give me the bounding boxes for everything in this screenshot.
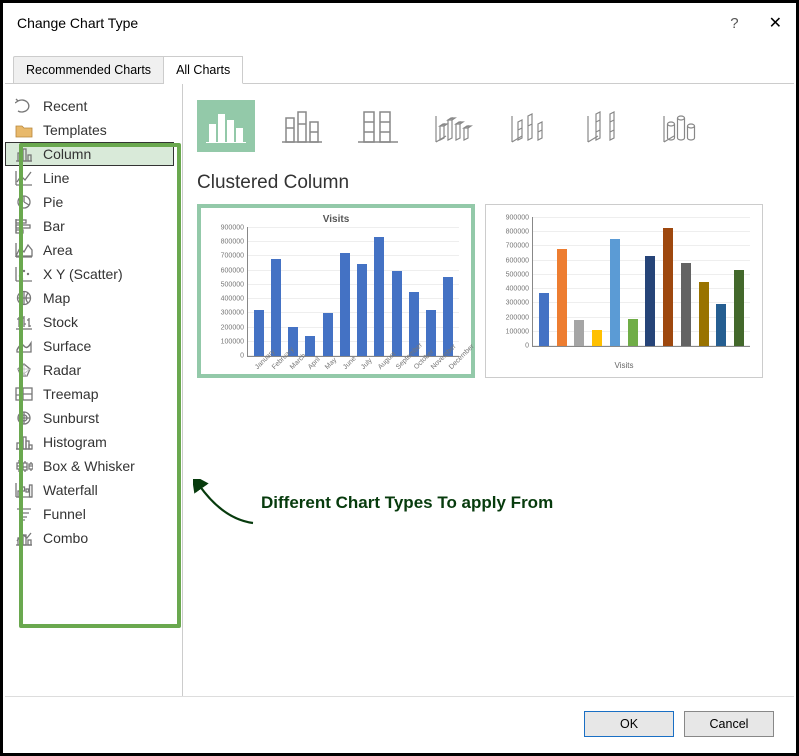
subtype-option-1[interactable] (273, 100, 331, 152)
radar-icon (15, 362, 33, 378)
cancel-button[interactable]: Cancel (684, 711, 774, 737)
sidebar-item-label: Templates (43, 122, 107, 138)
close-button[interactable]: ✕ (769, 13, 782, 33)
sidebar-item-combo[interactable]: Combo (5, 526, 182, 550)
preview-title: Clustered Column (197, 172, 780, 194)
sidebar-item-label: Treemap (43, 386, 99, 402)
main-panel: Clustered Column Visits90000080000070000… (183, 84, 794, 696)
sidebar-item-pie[interactable]: Pie (5, 190, 182, 214)
sidebar-item-templates[interactable]: Templates (5, 118, 182, 142)
sidebar-item-label: Funnel (43, 506, 86, 522)
column-icon (15, 146, 33, 162)
sidebar-item-label: Sunburst (43, 410, 99, 426)
area-icon (15, 242, 33, 258)
chart-preview-1[interactable]: 9000008000007000006000005000004000003000… (485, 204, 763, 378)
treemap-icon (15, 386, 33, 402)
annotation-callout: Different Chart Types To apply From (193, 479, 553, 527)
sidebar-item-label: Surface (43, 338, 91, 354)
surface-icon (15, 338, 33, 354)
sidebar-item-label: Area (43, 242, 73, 258)
sidebar-item-label: Waterfall (43, 482, 98, 498)
dialog-title: Change Chart Type (17, 15, 138, 31)
map-icon (15, 290, 33, 306)
sidebar-item-area[interactable]: Area (5, 238, 182, 262)
sidebar-item-treemap[interactable]: Treemap (5, 382, 182, 406)
combo-icon (15, 530, 33, 546)
sunburst-icon (15, 410, 33, 426)
sidebar-item-stock[interactable]: Stock (5, 310, 182, 334)
sidebar-item-label: Radar (43, 362, 81, 378)
templates-icon (15, 122, 33, 138)
pie-icon (15, 194, 33, 210)
arrow-icon (193, 479, 257, 527)
sidebar-item-funnel[interactable]: Funnel (5, 502, 182, 526)
subtype-option-6[interactable] (653, 100, 711, 152)
sidebar-item-bar[interactable]: Bar (5, 214, 182, 238)
sidebar-item-column[interactable]: Column (5, 142, 174, 166)
subtype-option-4[interactable] (501, 100, 559, 152)
sidebar-item-label: Pie (43, 194, 63, 210)
sidebar-item-line[interactable]: Line (5, 166, 182, 190)
funnel-icon (15, 506, 33, 522)
sidebar-item-label: Stock (43, 314, 78, 330)
sidebar-item-label: Box & Whisker (43, 458, 135, 474)
line-icon (15, 170, 33, 186)
subtype-option-0[interactable] (197, 100, 255, 152)
tab-all-charts[interactable]: All Charts (164, 56, 243, 84)
chart-preview-0[interactable]: Visits9000008000007000006000005000004000… (197, 204, 475, 378)
sidebar-item-histogram[interactable]: Histogram (5, 430, 182, 454)
titlebar: Change Chart Type ? ✕ (5, 5, 794, 41)
sidebar-item-scatter[interactable]: X Y (Scatter) (5, 262, 182, 286)
annotation-text: Different Chart Types To apply From (261, 493, 553, 513)
dialog-footer: OK Cancel (5, 696, 794, 751)
histogram-icon (15, 434, 33, 450)
recent-icon (15, 98, 33, 114)
sidebar-item-waterfall[interactable]: Waterfall (5, 478, 182, 502)
help-button[interactable]: ? (730, 15, 738, 32)
sidebar-item-label: Histogram (43, 434, 107, 450)
change-chart-type-dialog: Change Chart Type ? ✕ Recommended Charts… (5, 5, 794, 751)
sidebar-item-label: Bar (43, 218, 65, 234)
subtype-option-5[interactable] (577, 100, 635, 152)
scatter-icon (15, 266, 33, 282)
sidebar-item-label: Combo (43, 530, 88, 546)
tab-row: Recommended Charts All Charts (5, 55, 794, 83)
sidebar-item-radar[interactable]: Radar (5, 358, 182, 382)
sidebar-item-label: Map (43, 290, 70, 306)
waterfall-icon (15, 482, 33, 498)
sidebar-item-label: X Y (Scatter) (43, 266, 123, 282)
sidebar-item-label: Recent (43, 98, 87, 114)
subtype-row (197, 100, 780, 152)
sidebar-item-label: Column (43, 146, 91, 162)
ok-button[interactable]: OK (584, 711, 674, 737)
bar-icon (15, 218, 33, 234)
sidebar-item-map[interactable]: Map (5, 286, 182, 310)
sidebar-item-sunburst[interactable]: Sunburst (5, 406, 182, 430)
subtype-option-2[interactable] (349, 100, 407, 152)
sidebar-item-label: Line (43, 170, 69, 186)
box-icon (15, 458, 33, 474)
chart-type-sidebar: Recent Templates Column Line Pie Bar Area X Y (… (5, 84, 183, 696)
subtype-option-3[interactable] (425, 100, 483, 152)
tab-recommended[interactable]: Recommended Charts (13, 56, 164, 84)
stock-icon (15, 314, 33, 330)
sidebar-item-surface[interactable]: Surface (5, 334, 182, 358)
sidebar-item-recent[interactable]: Recent (5, 94, 182, 118)
sidebar-item-box[interactable]: Box & Whisker (5, 454, 182, 478)
